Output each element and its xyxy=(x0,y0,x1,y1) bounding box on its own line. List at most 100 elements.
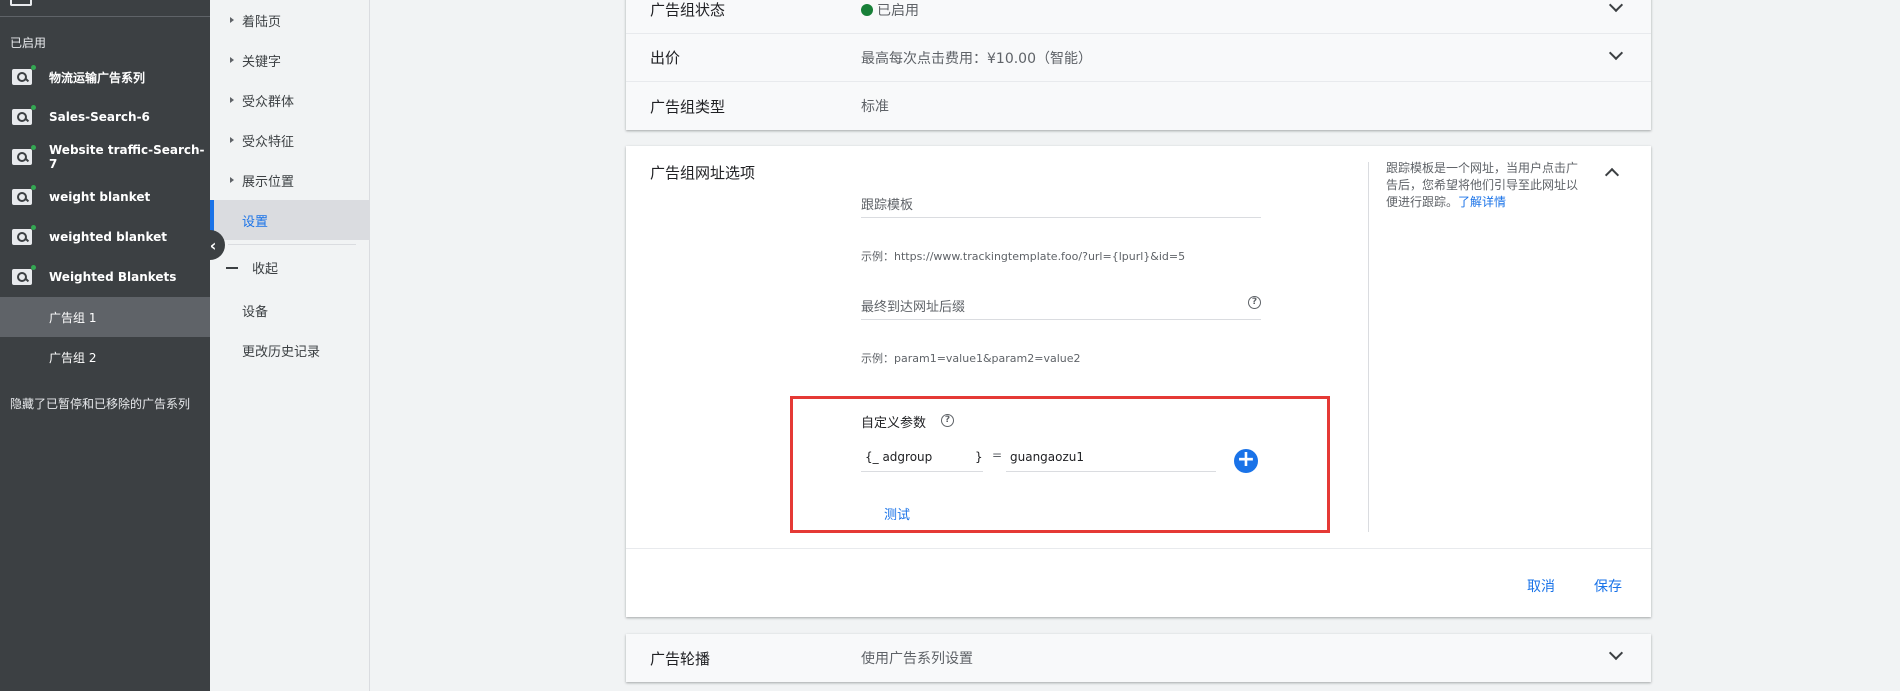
status-dot xyxy=(31,105,36,110)
menu-item-settings[interactable]: 设置 xyxy=(210,200,370,240)
expand-arrow-icon xyxy=(230,137,234,143)
menu-item-demographics[interactable]: 受众特征 xyxy=(210,120,370,160)
campaign-label: 物流运输广告系列 xyxy=(49,70,146,85)
custom-params-text: 自定义参数 xyxy=(861,416,927,431)
hidden-campaigns-note: 隐藏了已暂停和已移除的广告系列 xyxy=(10,397,191,411)
search-campaign-icon xyxy=(12,109,32,125)
param-key-text: {_ adgroup xyxy=(865,450,933,464)
ad-rotation-row[interactable]: 广告轮播 使用广告系列设置 xyxy=(626,634,1651,682)
final-url-suffix-input[interactable]: 最终到达网址后缀 xyxy=(861,292,1261,320)
expand-arrow-icon xyxy=(230,97,234,103)
menu-item-change-history[interactable]: 更改历史记录 xyxy=(242,341,320,360)
chevron-down-icon[interactable] xyxy=(1608,645,1624,661)
divider xyxy=(626,548,1651,549)
add-param-button[interactable]: + xyxy=(1234,449,1258,473)
type-value: 标准 xyxy=(861,99,889,115)
ad-rotation-label: 广告轮播 xyxy=(650,649,711,668)
status-dot xyxy=(31,265,36,270)
campaign-label: Website traffic-Search-7 xyxy=(49,143,205,171)
menu-item-label: 受众特征 xyxy=(242,134,295,150)
status-row[interactable]: 广告组状态 已启用 xyxy=(626,0,1651,34)
ad-rotation-card: 广告轮播 使用广告系列设置 xyxy=(626,634,1651,682)
param-value-text: guangaozu1 xyxy=(1010,450,1085,464)
status-dot xyxy=(31,185,36,190)
enabled-dot-icon xyxy=(861,3,873,16)
menu-item-keywords[interactable]: 关键字 xyxy=(210,40,370,80)
chevron-down-icon[interactable] xyxy=(1608,0,1624,13)
campaign-sidebar: 已启用 物流运输广告系列 Sales-Search-6 Website traf… xyxy=(0,0,210,691)
divider xyxy=(1368,162,1369,532)
status-dot xyxy=(31,145,36,150)
status-value: 已启用 xyxy=(861,0,919,20)
divider xyxy=(0,16,210,17)
collapse-menu-button[interactable]: 收起 xyxy=(226,258,278,277)
search-campaign-icon xyxy=(12,189,32,205)
url-options-card: 广告组网址选项 跟踪模板 示例：https://www.trackingtemp… xyxy=(626,146,1651,617)
campaign-item[interactable]: Website traffic-Search-7 xyxy=(0,137,210,177)
campaign-item[interactable]: weighted blanket xyxy=(0,217,210,257)
menu-item-label: 着陆页 xyxy=(242,14,282,30)
section-label: 已启用 xyxy=(10,36,47,50)
search-campaign-icon xyxy=(12,269,32,285)
save-button[interactable]: 保存 xyxy=(1594,576,1622,596)
search-campaign-icon xyxy=(12,149,32,165)
help-icon[interactable]: ? xyxy=(1248,296,1261,309)
status-dot xyxy=(31,225,36,230)
status-text: 已启用 xyxy=(877,2,919,19)
menu-item-placements[interactable]: 展示位置 xyxy=(210,160,370,200)
campaign-item[interactable]: Weighted Blankets xyxy=(0,257,210,297)
campaign-item[interactable]: Sales-Search-6 xyxy=(0,97,210,137)
ad-group-item-2[interactable]: 广告组 2 xyxy=(0,337,210,377)
custom-params-label: 自定义参数 xyxy=(861,412,926,431)
expand-arrow-icon xyxy=(230,57,234,63)
expand-arrow-icon xyxy=(230,17,234,23)
learn-more-link[interactable]: 了解详情 xyxy=(1458,195,1506,209)
search-campaign-icon xyxy=(12,229,32,245)
menu-item-audiences[interactable]: 受众群体 xyxy=(210,80,370,120)
settings-card-top: 广告组状态 已启用 出价 最高每次点击费用：¥10.00（智能） 广告组类型 标… xyxy=(626,0,1651,130)
ad-rotation-value: 使用广告系列设置 xyxy=(861,651,973,667)
tracking-example: 示例：https://www.trackingtemplate.foo/?url… xyxy=(861,250,1186,263)
chevron-left-icon: ‹ xyxy=(209,235,217,255)
chevron-up-icon[interactable] xyxy=(1604,167,1620,183)
chevron-down-icon[interactable] xyxy=(1608,45,1624,61)
custom-param-key-input[interactable]: {_ adgroup } xyxy=(861,446,983,472)
test-link[interactable]: 测试 xyxy=(884,504,910,523)
minus-icon xyxy=(226,266,238,269)
url-options-title: 广告组网址选项 xyxy=(650,164,756,182)
menu-item-label: 受众群体 xyxy=(242,94,295,110)
campaign-label: weighted blanket xyxy=(49,230,167,244)
type-label: 广告组类型 xyxy=(650,97,726,116)
page-menu: 着陆页 关键字 受众群体 受众特征 展示位置 设置 收起 设备 更改历史记录 xyxy=(210,0,370,691)
menu-icon[interactable] xyxy=(10,0,32,6)
plus-icon: + xyxy=(1236,447,1256,472)
suffix-example: 示例：param1=value1&param2=value2 xyxy=(861,352,1081,365)
bid-row[interactable]: 出价 最高每次点击费用：¥10.00（智能） xyxy=(626,34,1651,82)
type-row: 广告组类型 标准 xyxy=(626,82,1651,130)
divider xyxy=(228,244,356,245)
campaign-label: weight blanket xyxy=(49,190,151,204)
status-label: 广告组状态 xyxy=(650,1,726,19)
campaign-item[interactable]: 物流运输广告系列 xyxy=(0,57,210,97)
menu-item-label: 展示位置 xyxy=(242,174,295,190)
campaign-item[interactable]: weight blanket xyxy=(0,177,210,217)
tracking-template-input[interactable]: 跟踪模板 xyxy=(861,190,1261,218)
menu-item-devices[interactable]: 设备 xyxy=(242,301,268,320)
campaign-label: Weighted Blankets xyxy=(49,270,177,284)
collapse-label: 收起 xyxy=(252,262,279,277)
search-campaign-icon xyxy=(12,69,32,85)
help-panel: 跟踪模板是一个网址，当用户点击广告后，您希望将他们引导至此网址以便进行跟踪。了解… xyxy=(1386,160,1586,211)
ad-group-item-1[interactable]: 广告组 1 xyxy=(0,297,210,337)
bid-value: 最高每次点击费用：¥10.00（智能） xyxy=(861,50,1092,67)
equals-sign: = xyxy=(992,448,1003,462)
menu-item-label: 设置 xyxy=(242,214,269,230)
campaign-label: Sales-Search-6 xyxy=(49,110,150,124)
expand-arrow-icon xyxy=(230,177,234,183)
menu-item-label: 关键字 xyxy=(242,54,282,70)
cancel-button[interactable]: 取消 xyxy=(1527,576,1555,596)
help-icon[interactable]: ? xyxy=(941,414,954,427)
bid-label: 出价 xyxy=(650,49,681,67)
param-key-close: } xyxy=(975,450,983,464)
menu-item-landing-pages[interactable]: 着陆页 xyxy=(210,0,370,40)
custom-param-value-input[interactable]: guangaozu1 xyxy=(1006,446,1216,472)
